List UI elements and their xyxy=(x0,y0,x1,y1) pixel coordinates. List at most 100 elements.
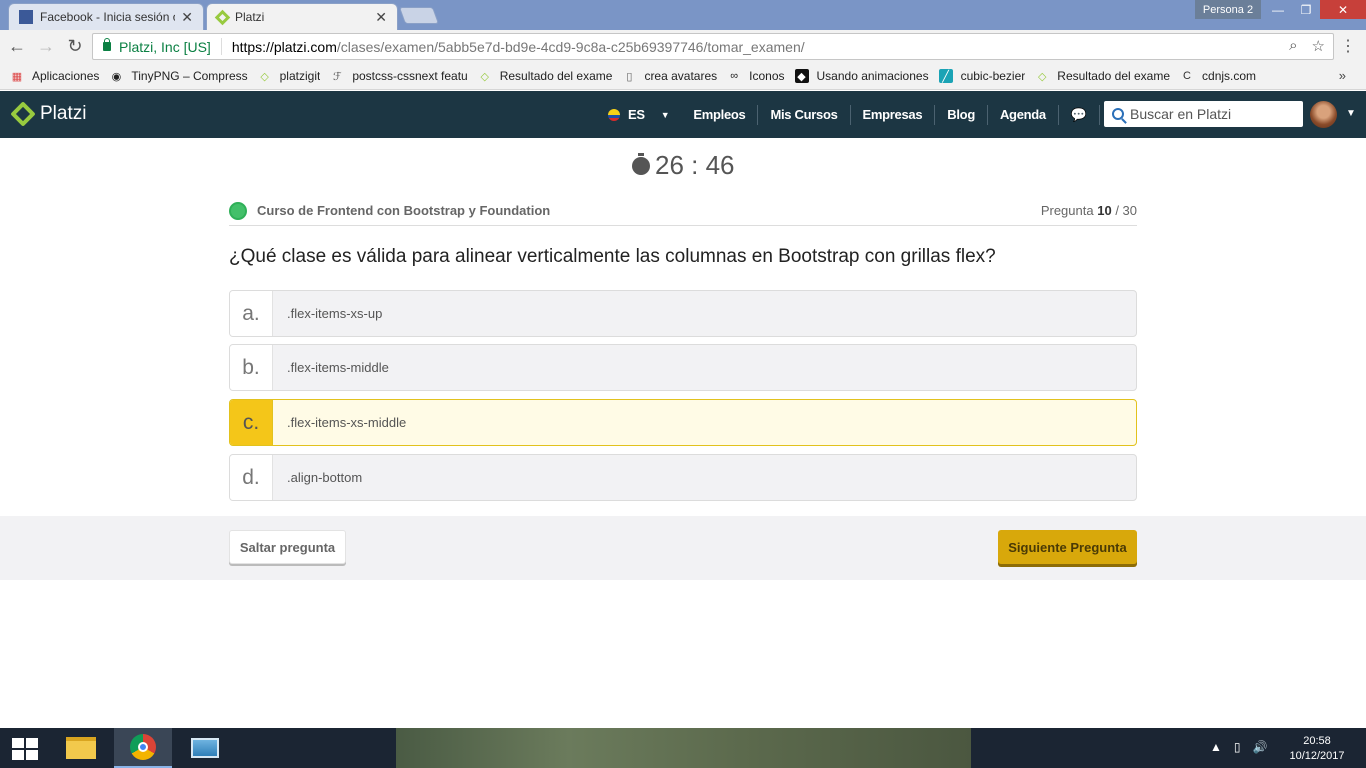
answer-option-d[interactable]: d. .align-bottom xyxy=(229,454,1137,501)
bookmark-label: Resultado del exame xyxy=(1057,69,1171,83)
browser-toolbar: ← → ↻ Platzi, Inc [US] https://platzi.co… xyxy=(0,30,1366,63)
bookmark-item[interactable]: Ccdnjs.com xyxy=(1180,69,1256,83)
bookmark-item[interactable]: ▯ crea avatares xyxy=(622,69,717,83)
avatar[interactable] xyxy=(1310,101,1337,128)
chevron-down-icon[interactable]: ▼ xyxy=(1346,108,1356,119)
bookmark-item[interactable]: ◇ platzigit xyxy=(258,69,320,83)
facebook-icon xyxy=(19,10,33,24)
new-tab-button[interactable] xyxy=(398,7,440,24)
bookmark-item[interactable]: ▦ Aplicaciones xyxy=(10,69,100,83)
bookmark-label: Usando animaciones xyxy=(816,69,929,83)
question-total: / 30 xyxy=(1115,203,1137,218)
logo-text: Platzi xyxy=(40,103,87,124)
curve-icon: ╱ xyxy=(938,69,953,83)
address-bar[interactable]: Platzi, Inc [US] https://platzi.com/clas… xyxy=(92,33,1334,60)
tab-facebook[interactable]: Facebook - Inicia sesión o ✕ xyxy=(8,3,204,30)
option-letter: c. xyxy=(230,400,273,445)
question-current: 10 xyxy=(1097,203,1112,218)
secure-label: Platzi, Inc [US] xyxy=(119,38,211,55)
bookmark-item[interactable]: ◉ TinyPNG – Compress xyxy=(109,69,248,83)
forward-icon[interactable]: → xyxy=(34,35,58,59)
profile-button[interactable]: Persona 2 xyxy=(1195,0,1261,19)
windows-start-icon[interactable] xyxy=(12,738,38,760)
nav-empresas[interactable]: Empresas xyxy=(851,104,936,125)
skip-question-button[interactable]: Saltar pregunta xyxy=(229,530,346,564)
answer-option-b[interactable]: b. .flex-items-middle xyxy=(229,344,1137,391)
bookmark-item[interactable]: ∞ Iconos xyxy=(727,69,784,83)
option-letter: d. xyxy=(230,455,273,500)
browser-menu-icon[interactable]: ⋮ xyxy=(1340,36,1356,56)
windows-taskbar: ▲ ▯ 🔊 20:58 10/12/2017 xyxy=(0,728,1366,768)
option-letter: a. xyxy=(230,291,273,336)
volume-icon[interactable]: 🔊 xyxy=(1253,740,1268,754)
maximize-button[interactable]: ❐ xyxy=(1292,0,1320,19)
answer-option-a[interactable]: a. .flex-items-xs-up xyxy=(229,290,1137,337)
language-selector[interactable]: ES ▼ xyxy=(596,105,681,125)
main-nav: ES ▼ Empleos Mis Cursos Empresas Blog Ag… xyxy=(596,91,1140,138)
tab-platzi[interactable]: Platzi ✕ xyxy=(206,3,398,30)
question-label: Pregunta xyxy=(1040,203,1094,218)
clock-date: 10/12/2017 xyxy=(1289,750,1345,762)
timer-value: 26 : 46 xyxy=(655,150,735,180)
platzi-icon: ◇ xyxy=(1038,70,1047,83)
search-icon xyxy=(1112,108,1124,120)
binoculars-icon: ∞ xyxy=(730,70,739,82)
lock-icon xyxy=(103,38,111,51)
back-icon[interactable]: ← xyxy=(5,35,29,59)
tab-title: Facebook - Inicia sesión o xyxy=(40,10,176,24)
zoom-icon[interactable]: ⌕ xyxy=(1289,37,1297,55)
search-placeholder: Buscar en Platzi xyxy=(1130,106,1232,122)
tab-title: Platzi xyxy=(235,10,265,24)
option-text: .flex-items-middle xyxy=(287,360,389,375)
chevron-up-icon[interactable]: ▲ xyxy=(1210,740,1222,754)
messages-icon[interactable]: 💬 xyxy=(1059,104,1100,125)
system-tray: ▲ ▯ 🔊 xyxy=(1210,740,1267,754)
nav-agenda[interactable]: Agenda xyxy=(988,104,1059,125)
search-input[interactable]: Buscar en Platzi xyxy=(1104,101,1303,127)
platzi-logo[interactable]: Platzi xyxy=(10,101,87,127)
minimize-button[interactable]: — xyxy=(1264,0,1292,19)
bookmark-item[interactable]: ℱpostcss-cssnext featu xyxy=(330,69,468,83)
close-tab-icon[interactable]: ✕ xyxy=(181,9,193,26)
site-header: Platzi ES ▼ Empleos Mis Cursos Empresas … xyxy=(0,91,1366,138)
course-badge-icon xyxy=(229,201,247,220)
bookmark-label: TinyPNG – Compress xyxy=(131,69,248,83)
cdnjs-icon: C xyxy=(1183,70,1191,82)
nav-blog[interactable]: Blog xyxy=(935,104,988,125)
platzi-icon: ◇ xyxy=(480,70,489,83)
page-icon: ▯ xyxy=(626,70,633,83)
url-path: /clases/examen/5abb5e7d-bd9e-4cd9-9c8a-c… xyxy=(336,38,805,55)
language-label: ES xyxy=(628,107,645,122)
network-icon[interactable]: ▯ xyxy=(1234,740,1241,754)
colombia-flag-icon xyxy=(608,108,620,121)
window-close-button[interactable]: ✕ xyxy=(1320,0,1366,19)
bookmarks-more-icon[interactable]: » xyxy=(1339,68,1346,83)
bookmark-item[interactable]: ◇ Resultado del exame xyxy=(478,69,612,83)
close-tab-icon[interactable]: ✕ xyxy=(375,9,387,26)
stopwatch-icon xyxy=(632,152,650,175)
chevron-down-icon: ▼ xyxy=(660,109,670,120)
course-title: Curso de Frontend con Bootstrap y Founda… xyxy=(257,203,551,218)
answer-option-c[interactable]: c. .flex-items-xs-middle xyxy=(229,399,1137,446)
apps-grid-icon: ▦ xyxy=(11,70,23,83)
postcss-icon: ℱ xyxy=(332,70,342,83)
nav-empleos[interactable]: Empleos xyxy=(681,104,759,125)
bookmark-item[interactable]: ◇ Resultado del exame xyxy=(1035,69,1170,83)
option-text: .flex-items-xs-up xyxy=(287,306,383,321)
bookmark-label: cdnjs.com xyxy=(1202,69,1257,83)
file-explorer-icon[interactable] xyxy=(52,728,110,768)
option-letter: b. xyxy=(230,345,273,390)
bookmark-label: Aplicaciones xyxy=(32,69,100,83)
bookmark-item[interactable]: ╱ cubic-bezier xyxy=(938,69,1025,83)
mdn-icon: ◆ xyxy=(794,69,809,83)
taskbar-clock[interactable]: 20:58 10/12/2017 xyxy=(1282,734,1352,764)
wallpaper-peek xyxy=(396,728,971,768)
bookmark-item[interactable]: ◆ Usando animaciones xyxy=(794,69,929,83)
reload-icon[interactable]: ↻ xyxy=(63,35,87,59)
chrome-icon[interactable] xyxy=(114,728,172,768)
panda-icon: ◉ xyxy=(111,70,122,83)
next-question-button[interactable]: Siguiente Pregunta xyxy=(998,530,1137,564)
photos-icon[interactable] xyxy=(176,728,234,768)
star-icon[interactable]: ☆ xyxy=(1312,37,1325,55)
nav-mis-cursos[interactable]: Mis Cursos xyxy=(758,104,851,125)
